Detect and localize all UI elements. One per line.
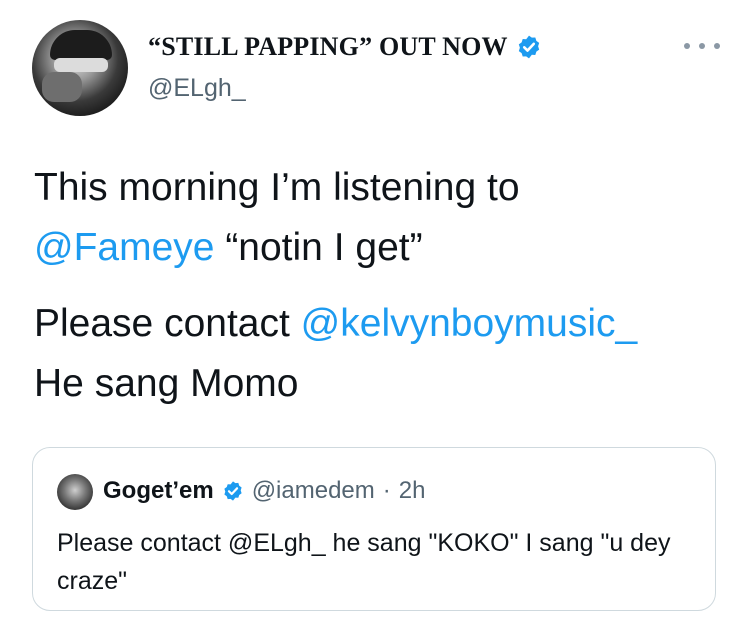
quoted-timestamp: 2h (398, 477, 426, 504)
mention-link[interactable]: @Fameye (34, 226, 214, 269)
quoted-author-handle: @iamedem (251, 477, 375, 504)
tweet-line: “notin I get” (214, 226, 423, 269)
more-options-icon[interactable] (684, 38, 720, 54)
verified-badge-icon (222, 480, 244, 502)
mention-link[interactable]: @kelvynboymusic_ (301, 302, 638, 345)
meta-separator: · (382, 477, 391, 504)
avatar-glasses (54, 58, 108, 72)
tweet-text: This morning I’m listening to @Fameye “n… (34, 158, 724, 414)
more-dot (684, 43, 690, 49)
more-dot (699, 43, 705, 49)
tweet-line: This morning I’m listening to (34, 166, 520, 209)
tweet-line: He sang Momo (34, 362, 299, 405)
quoted-author-avatar (57, 474, 93, 510)
quoted-tweet-header: Goget’em @iamedem · 2h (103, 477, 425, 505)
verified-badge-icon (516, 34, 542, 60)
quoted-tweet-card[interactable]: Goget’em @iamedem · 2h Please contact @E… (32, 447, 716, 611)
tweet-paragraph: This morning I’m listening to @Fameye “n… (34, 158, 724, 278)
quoted-author-name: Goget’em (103, 477, 214, 504)
author-handle[interactable]: @ELgh_ (148, 74, 246, 103)
avatar-cap (50, 30, 112, 60)
author-avatar[interactable] (32, 20, 128, 116)
more-dot (714, 43, 720, 49)
quoted-tweet-text: Please contact @ELgh_ he sang "KOKO" I s… (57, 529, 671, 595)
author-display-name[interactable]: “STILL PAPPING” OUT NOW (148, 32, 542, 62)
tweet-paragraph: Please contact @kelvynboymusic_ He sang … (34, 294, 724, 414)
tweet-line: Please contact (34, 302, 301, 345)
author-name-text: “STILL PAPPING” OUT NOW (148, 32, 508, 61)
avatar-hand (42, 72, 82, 102)
